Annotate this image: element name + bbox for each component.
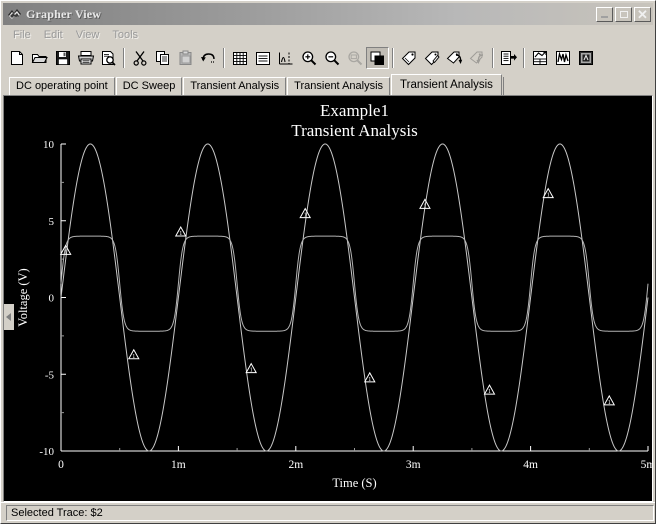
toolbar bbox=[1, 44, 655, 73]
svg-text:3m: 3m bbox=[406, 459, 421, 471]
svg-text:5m: 5m bbox=[641, 459, 653, 471]
window-controls: ✕ bbox=[596, 6, 651, 22]
cursors-icon[interactable] bbox=[274, 47, 297, 69]
pane-splitter-handle[interactable] bbox=[4, 304, 14, 330]
left-arrow-icon bbox=[6, 313, 11, 321]
svg-text:1: 1 bbox=[179, 231, 182, 237]
grapher-window: Grapher View ✕ File Edit View Tools DC o… bbox=[0, 0, 656, 524]
svg-text:1: 1 bbox=[250, 368, 253, 374]
svg-text:1: 1 bbox=[608, 400, 611, 406]
svg-text:1: 1 bbox=[488, 389, 491, 395]
export-page-icon[interactable] bbox=[497, 47, 520, 69]
tab-transient-analysis-2[interactable]: Transient Analysis bbox=[287, 77, 391, 95]
minimize-button[interactable] bbox=[596, 6, 613, 22]
menu-item-edit[interactable]: Edit bbox=[38, 28, 70, 42]
svg-text:0: 0 bbox=[49, 293, 55, 305]
paste-icon[interactable] bbox=[174, 47, 197, 69]
svg-text:1: 1 bbox=[132, 354, 135, 360]
svg-text:1: 1 bbox=[64, 250, 67, 256]
zoom-in-icon[interactable] bbox=[297, 47, 320, 69]
svg-text:Time (S): Time (S) bbox=[332, 476, 376, 490]
svg-text:1: 1 bbox=[368, 377, 371, 383]
edit-tag-icon[interactable] bbox=[420, 47, 443, 69]
svg-text:-10: -10 bbox=[39, 446, 54, 458]
svg-text:1: 1 bbox=[547, 193, 550, 199]
reverse-colors-icon[interactable] bbox=[366, 47, 389, 69]
properties-tag-icon[interactable] bbox=[397, 47, 420, 69]
delete-trace-icon bbox=[466, 47, 489, 69]
copy-icon[interactable] bbox=[151, 47, 174, 69]
save-floppy-icon[interactable] bbox=[51, 47, 74, 69]
toolbar-separator bbox=[523, 48, 525, 68]
maximize-button[interactable] bbox=[615, 6, 632, 22]
tab-dc-sweep[interactable]: DC Sweep bbox=[115, 77, 183, 95]
zoom-restore-icon bbox=[343, 47, 366, 69]
svg-text:5: 5 bbox=[49, 216, 55, 228]
toolbar-separator bbox=[492, 48, 494, 68]
add-trace-icon[interactable] bbox=[443, 47, 466, 69]
export-excel-icon[interactable] bbox=[528, 47, 551, 69]
export-mathcad-icon[interactable] bbox=[551, 47, 574, 69]
analysis-tabs: DC operating point DC Sweep Transient An… bbox=[1, 73, 655, 95]
svg-text:1m: 1m bbox=[171, 459, 186, 471]
tab-dc-operating-point[interactable]: DC operating point bbox=[9, 77, 115, 95]
svg-text:1: 1 bbox=[423, 203, 426, 209]
svg-text:2m: 2m bbox=[288, 459, 303, 471]
title-bar[interactable]: Grapher View ✕ bbox=[3, 3, 653, 25]
toolbar-separator bbox=[392, 48, 394, 68]
grid-icon[interactable] bbox=[228, 47, 251, 69]
svg-text:Voltage (V): Voltage (V) bbox=[16, 268, 30, 326]
menu-bar: File Edit View Tools bbox=[1, 25, 655, 44]
svg-text:Example1: Example1 bbox=[320, 101, 389, 120]
toolbar-separator bbox=[123, 48, 125, 68]
tab-transient-analysis-1[interactable]: Transient Analysis bbox=[183, 77, 287, 95]
close-button[interactable]: ✕ bbox=[634, 6, 651, 22]
undo-arrow-icon[interactable] bbox=[197, 47, 220, 69]
print-preview-icon[interactable] bbox=[97, 47, 120, 69]
grapher-chart: Example1Transient Analysis 10 5 0 -5 -10 0 1m 2m… bbox=[4, 96, 653, 496]
svg-text:Transient Analysis: Transient Analysis bbox=[291, 121, 417, 140]
svg-text:-5: -5 bbox=[45, 369, 55, 381]
legend-icon[interactable] bbox=[251, 47, 274, 69]
menu-item-tools[interactable]: Tools bbox=[106, 28, 145, 42]
close-icon: ✕ bbox=[637, 6, 648, 22]
selected-trace-label: Selected Trace: $2 bbox=[11, 507, 103, 519]
print-icon[interactable] bbox=[74, 47, 97, 69]
toolbar-separator bbox=[223, 48, 225, 68]
grapher-icon bbox=[6, 7, 22, 22]
plot-area[interactable]: Example1 Transient Analysis 10 5 0 -5 -10 0 1m 2m… bbox=[3, 95, 653, 502]
selected-trace-pane: Selected Trace: $2 bbox=[6, 505, 654, 521]
svg-text:4m: 4m bbox=[523, 459, 538, 471]
window-title: Grapher View bbox=[26, 6, 102, 21]
menu-item-view[interactable]: View bbox=[70, 28, 107, 42]
zoom-out-icon[interactable] bbox=[320, 47, 343, 69]
svg-text:1: 1 bbox=[304, 213, 307, 219]
svg-text:10: 10 bbox=[43, 139, 55, 151]
export-labview-icon[interactable] bbox=[574, 47, 597, 69]
open-folder-icon[interactable] bbox=[28, 47, 51, 69]
svg-text:0: 0 bbox=[58, 459, 64, 471]
new-icon[interactable] bbox=[5, 47, 28, 69]
status-bar: Selected Trace: $2 bbox=[1, 502, 655, 523]
menu-item-file[interactable]: File bbox=[7, 28, 38, 42]
cut-scissors-icon[interactable] bbox=[128, 47, 151, 69]
tab-strip-filler bbox=[502, 77, 655, 95]
tab-transient-analysis-3[interactable]: Transient Analysis bbox=[391, 74, 502, 95]
